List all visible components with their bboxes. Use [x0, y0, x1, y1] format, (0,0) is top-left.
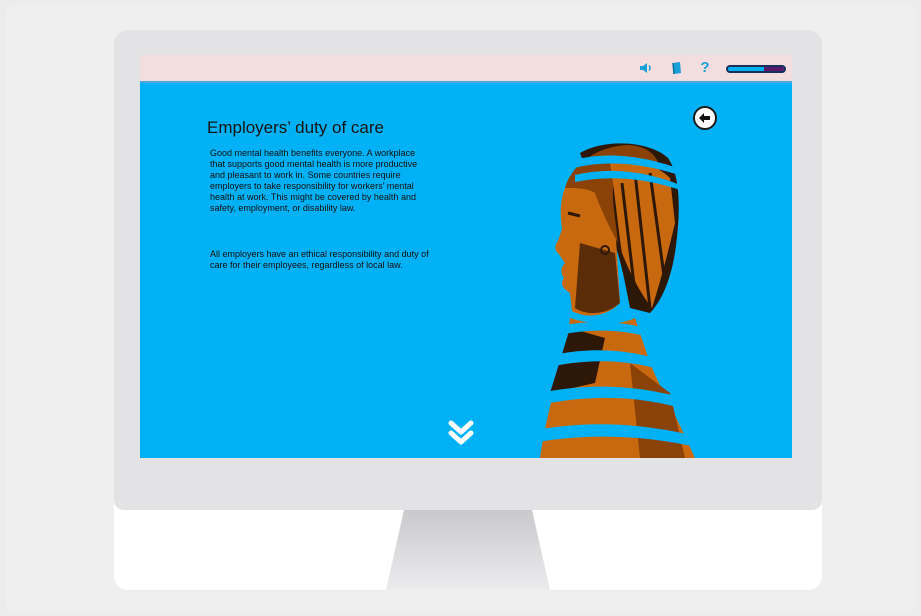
top-toolbar: ?	[140, 55, 792, 83]
double-chevron-down-icon	[448, 420, 474, 445]
body-paragraph-1: Good mental health benefits everyone. A …	[210, 148, 418, 213]
course-screen: ? Employers’ duty of care Good mental he…	[140, 55, 792, 458]
monitor-stand	[386, 510, 550, 590]
progress-fill	[764, 67, 784, 71]
back-button[interactable]	[693, 106, 717, 130]
help-icon[interactable]: ?	[697, 60, 713, 76]
speaker-icon[interactable]	[638, 60, 654, 76]
page-title: Employers’ duty of care	[207, 118, 384, 137]
body-paragraph-2: All employers have an ethical responsibi…	[210, 249, 429, 270]
scroll-down-button[interactable]	[444, 415, 478, 449]
arrow-left-icon	[699, 113, 710, 123]
progress-bar	[726, 65, 786, 73]
book-icon[interactable]	[669, 60, 685, 76]
woman-profile-illustration	[520, 143, 720, 458]
